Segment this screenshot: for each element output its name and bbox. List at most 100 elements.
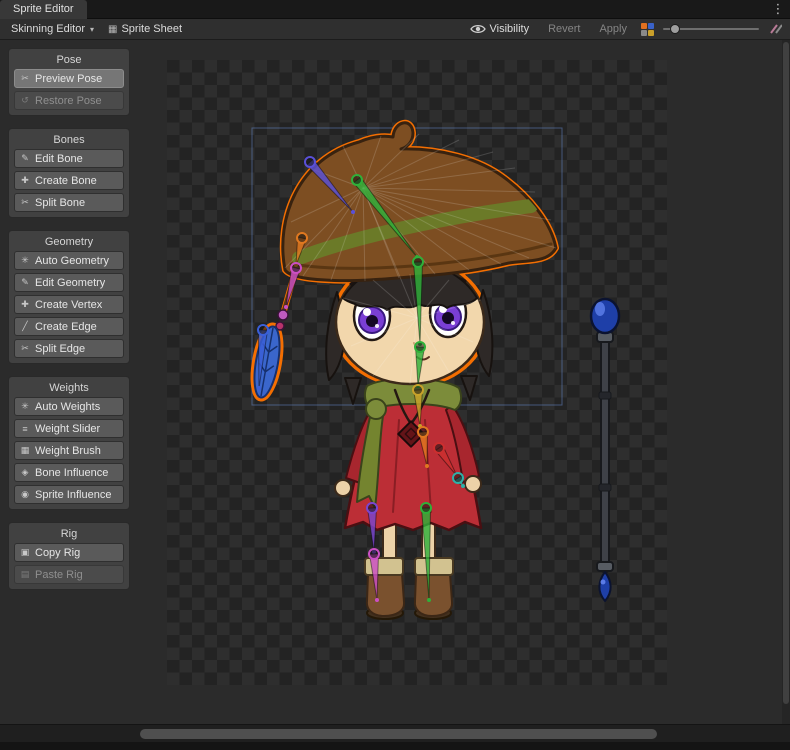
bottom-edge [0, 742, 790, 750]
horizontal-scrollbar-thumb[interactable] [140, 729, 657, 739]
panel-title: Pose [14, 53, 124, 69]
overflow-menu-icon[interactable]: ⋮ [770, 0, 786, 19]
bone-color-swatch-icon[interactable] [641, 23, 654, 36]
bone-neck-joint[interactable] [415, 342, 425, 352]
edit-geometry-icon: ✎ [19, 277, 31, 288]
button-weight-brush[interactable]: ▦ Weight Brush [14, 441, 124, 460]
bone-hand-r-joint[interactable] [453, 473, 463, 483]
button-label: Edit Bone [35, 153, 83, 165]
bone-chest-tip [425, 464, 429, 468]
bone-leg-r-tip [427, 598, 431, 602]
bone-feather-joint[interactable] [258, 325, 268, 335]
mode-dropdown[interactable]: Skinning Editor ▾ [6, 21, 99, 38]
revert-button[interactable]: Revert [543, 21, 585, 38]
button-label: Create Edge [35, 321, 97, 333]
paste-rig-icon: ▤ [19, 569, 31, 580]
button-label: Bone Influence [35, 467, 108, 479]
button-split-edge[interactable]: ✂Split Edge [14, 339, 124, 358]
button-split-bone[interactable]: ✂Split Bone [14, 193, 124, 212]
panel-weights: Weights✳Auto Weights ≡ Weight Slider ▦ Weigh… [8, 376, 130, 510]
swatch-orange [641, 23, 647, 29]
panel-title: Geometry [14, 235, 124, 251]
bone-strap-b-joint[interactable] [291, 263, 301, 273]
bone-leg-l[interactable] [368, 508, 377, 552]
sprite-influence-icon: ◉ [19, 489, 31, 500]
button-edit-geometry[interactable]: ✎Edit Geometry [14, 273, 124, 292]
button-label: Split Bone [35, 197, 85, 209]
panel-rig: Rig▣Copy Rig ▤ Paste Rig [8, 522, 130, 590]
tab-sprite-editor[interactable]: Sprite Editor [0, 0, 87, 19]
stripes-icon[interactable] [768, 23, 782, 35]
button-create-vertex[interactable]: ✚Create Vertex [14, 295, 124, 314]
visibility-toggle[interactable]: Visibility [465, 21, 535, 38]
button-sprite-influence[interactable]: ◉ Sprite Influence [14, 485, 124, 504]
auto-geometry-icon: ✳ [19, 255, 31, 266]
swatch-grey [641, 30, 647, 36]
bone-spine-joint[interactable] [413, 385, 423, 395]
bone-strap-b-tip [284, 305, 288, 309]
panel-title: Rig [14, 527, 124, 543]
vertical-scrollbar-thumb[interactable] [783, 42, 789, 704]
button-label: Copy Rig [35, 547, 80, 559]
swatch-yellow [648, 30, 654, 36]
button-auto-weights[interactable]: ✳Auto Weights [14, 397, 124, 416]
button-weight-slider[interactable]: ≡ Weight Slider [14, 419, 124, 438]
button-copy-rig[interactable]: ▣Copy Rig [14, 543, 124, 562]
sidebar: Pose✂Preview Pose↺Restore PoseBones✎Edit… [8, 48, 130, 602]
toolbar: Skinning Editor ▾ ▦ Sprite Sheet Visibil… [0, 19, 790, 40]
staff-sprite[interactable] [591, 299, 619, 601]
sprite-canvas[interactable] [167, 60, 667, 685]
panel-title: Weights [14, 381, 124, 397]
slider-knob[interactable] [670, 24, 680, 34]
panel-pose: Pose✂Preview Pose ↺Restore Pose [8, 48, 130, 116]
bone-leg-r-joint[interactable] [421, 503, 431, 513]
button-label: Create Vertex [35, 299, 102, 311]
character-sprite[interactable] [250, 123, 556, 619]
button-label: Paste Rig [35, 569, 83, 581]
button-label: Weight Slider [35, 423, 100, 435]
button-auto-geometry[interactable]: ✳ Auto Geometry [14, 251, 124, 270]
sprite-sheet-icon: ▦ [108, 24, 117, 35]
bone-feather-tip [257, 386, 261, 390]
bone-hat-joint[interactable] [352, 175, 362, 185]
bone-strap-a-joint[interactable] [297, 233, 307, 243]
bone-head-joint[interactable] [413, 257, 423, 267]
panel-title: Bones [14, 133, 124, 149]
vertical-scrollbar[interactable] [782, 40, 790, 724]
button-bone-influence[interactable]: ◈ Bone Influence [14, 463, 124, 482]
visibility-label: Visibility [490, 23, 530, 35]
button-create-edge[interactable]: ╱ Create Edge [14, 317, 124, 336]
bone-arm-r-joint[interactable] [434, 443, 444, 453]
bone-hat-tip-tip [351, 210, 355, 214]
button-label: Weight Brush [35, 445, 101, 457]
button-label: Split Edge [35, 343, 85, 355]
bone-hand-r-tip [461, 484, 465, 488]
bone-hat-tip-joint[interactable] [305, 157, 315, 167]
button-label: Restore Pose [35, 95, 102, 107]
button-edit-bone[interactable]: ✎ Edit Bone [14, 149, 124, 168]
button-paste-rig[interactable]: ▤ Paste Rig [14, 565, 124, 584]
weight-brush-icon: ▦ [19, 445, 31, 456]
edit-bone-icon: ✎ [19, 153, 31, 164]
horizontal-scrollbar[interactable] [0, 724, 790, 742]
opacity-slider[interactable] [663, 22, 759, 36]
bone-influence-icon: ◈ [19, 467, 31, 478]
button-preview-pose[interactable]: ✂Preview Pose [14, 69, 124, 88]
panel-bones: Bones ✎ Edit Bone ✚Create Bone ✂Split Bone [8, 128, 130, 218]
mode-dropdown-label: Skinning Editor [11, 23, 85, 35]
bone-foot-l-joint[interactable] [369, 549, 379, 559]
create-edge-icon: ╱ [19, 321, 31, 332]
preview-pose-icon: ✂ [19, 73, 31, 84]
bone-chest-joint[interactable] [418, 427, 428, 437]
bone-leg-l-joint[interactable] [367, 503, 377, 513]
auto-weights-icon: ✳ [19, 401, 31, 412]
apply-button[interactable]: Apply [594, 21, 632, 38]
button-create-bone[interactable]: ✚Create Bone [14, 171, 124, 190]
button-label: Auto Geometry [35, 255, 109, 267]
window-tab-bar: Sprite Editor ⋮ [0, 0, 790, 19]
button-restore-pose[interactable]: ↺Restore Pose [14, 91, 124, 110]
sprite-sheet-button[interactable]: ▦ Sprite Sheet [103, 21, 187, 38]
eye-icon [470, 23, 486, 35]
weight-slider-icon: ≡ [19, 424, 31, 434]
button-label: Sprite Influence [35, 489, 111, 501]
